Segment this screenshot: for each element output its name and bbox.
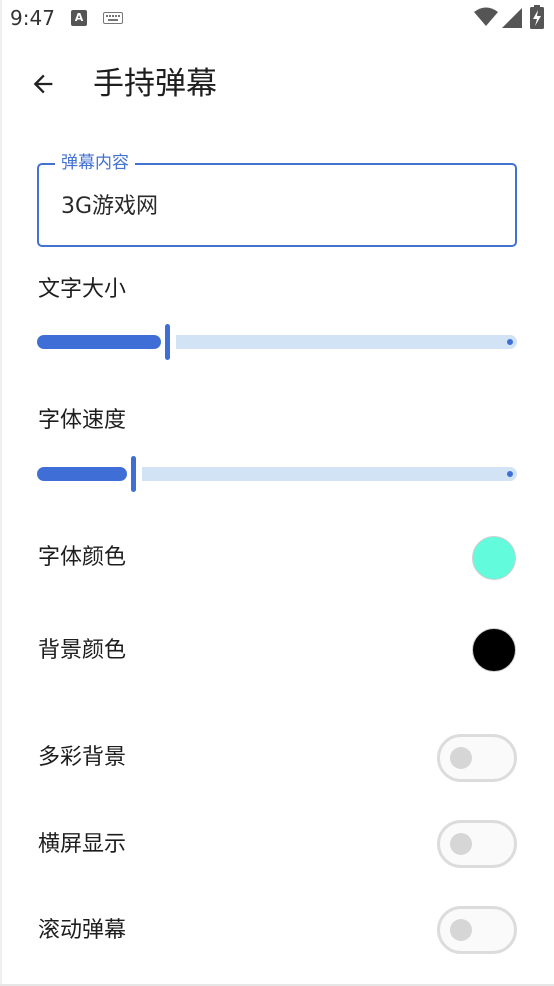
arrow-back-icon — [33, 74, 53, 94]
page-title: 手持弹幕 — [93, 66, 217, 102]
danmaku-content-input[interactable] — [61, 191, 491, 216]
colorful-background-switch[interactable] — [437, 734, 517, 782]
slider-inactive-track — [176, 335, 517, 349]
keyboard-icon — [103, 12, 123, 24]
font-speed-label: 字体速度 — [38, 408, 127, 433]
background-color-swatch[interactable] — [472, 628, 516, 672]
text-size-slider[interactable] — [37, 324, 517, 360]
left-edge-divider — [0, 0, 2, 986]
slider-active-track — [37, 335, 161, 349]
colorful-background-label: 多彩背景 — [38, 745, 127, 770]
danmaku-content-label: 弹幕内容 — [55, 152, 135, 174]
switch-knob — [450, 919, 472, 941]
cell-signal-icon — [502, 8, 522, 28]
background-color-label: 背景颜色 — [38, 638, 127, 663]
landscape-display-label: 横屏显示 — [38, 832, 127, 857]
scrolling-danmaku-label: 滚动弹幕 — [38, 918, 127, 943]
switch-knob — [450, 833, 472, 855]
slider-thumb[interactable] — [131, 456, 136, 492]
slider-thumb[interactable] — [165, 324, 170, 360]
slider-end-dot — [507, 471, 513, 477]
slider-active-track — [37, 467, 127, 481]
landscape-display-switch[interactable] — [437, 820, 517, 868]
font-color-label: 字体颜色 — [38, 545, 127, 570]
danmaku-content-field[interactable]: 弹幕内容 — [37, 152, 517, 247]
font-speed-slider[interactable] — [37, 456, 517, 492]
accessibility-a-icon: A — [71, 10, 87, 26]
switch-knob — [450, 747, 472, 769]
slider-end-dot — [507, 339, 513, 345]
scrolling-danmaku-switch[interactable] — [437, 906, 517, 954]
status-bar: 9:47 A — [0, 0, 554, 38]
slider-inactive-track — [142, 467, 517, 481]
back-button[interactable] — [22, 64, 64, 104]
wifi-icon — [474, 7, 498, 26]
app-bar: 手持弹幕 — [0, 52, 554, 116]
text-size-label: 文字大小 — [38, 277, 127, 302]
font-color-swatch[interactable] — [472, 536, 516, 580]
battery-charging-icon — [530, 5, 544, 29]
status-time: 9:47 — [10, 6, 55, 30]
